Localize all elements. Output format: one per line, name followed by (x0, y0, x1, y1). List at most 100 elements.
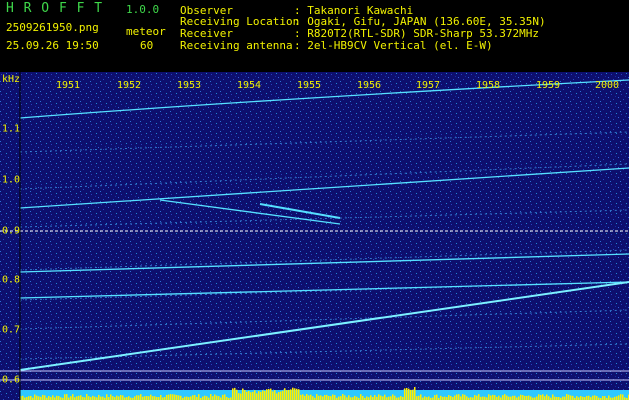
signal-spike (256, 393, 258, 400)
y-tick-1-0: 1.0 (2, 174, 21, 186)
signal-spike (166, 394, 168, 400)
signal-spike (322, 396, 324, 400)
signal-spike (64, 394, 66, 400)
signal-spike (160, 395, 162, 400)
signal-spike (118, 396, 120, 400)
signal-spike (242, 388, 244, 400)
signal-spike (240, 393, 242, 400)
signal-spike (488, 394, 490, 400)
signal-spike (448, 395, 450, 400)
signal-spike (340, 396, 342, 400)
signal-spike (266, 389, 268, 400)
x-tick-1951: 1951 (55, 80, 81, 91)
signal-spike (232, 388, 234, 400)
signal-spike (362, 395, 364, 400)
signal-spike (254, 390, 256, 400)
signal-spike (588, 395, 590, 400)
signal-spike (520, 394, 522, 400)
signal-spike (66, 394, 68, 400)
signal-spike (330, 396, 332, 400)
x-tick-2000: 2000 (594, 80, 620, 91)
signal-spike (70, 396, 72, 400)
signal-spike (170, 394, 172, 400)
signal-spike (328, 395, 330, 400)
signal-spike (128, 396, 130, 400)
signal-spike (622, 394, 624, 400)
signal-spike (450, 396, 452, 400)
signal-spike (296, 388, 298, 400)
signal-spike (282, 390, 284, 400)
y-tick-0-6: 0.6 (2, 374, 21, 386)
signal-spike (510, 396, 512, 400)
signal-spike (194, 395, 196, 400)
signal-spike (318, 395, 320, 400)
signal-spike (202, 396, 204, 400)
signal-spike (392, 394, 394, 400)
signal-spike (176, 395, 178, 400)
signal-spike (224, 394, 226, 400)
signal-spike (316, 394, 318, 400)
signal-spike (406, 387, 408, 400)
signal-spike (88, 396, 90, 400)
signal-spike (458, 394, 460, 400)
signal-spike (120, 394, 122, 400)
signal-spike (310, 394, 312, 400)
signal-spike (222, 394, 224, 400)
signal-spike (456, 394, 458, 400)
signal-spike (252, 391, 254, 400)
signal-spike (238, 393, 240, 400)
signal-spike (308, 395, 310, 400)
signal-spike (374, 395, 376, 400)
signal-spike (112, 396, 114, 400)
signal-spike (594, 395, 596, 400)
date-time: 25.09.26 19:50 (6, 39, 99, 52)
signal-spike (56, 395, 58, 400)
signal-spike (302, 394, 304, 400)
y-tick-0-7: 0.7 (2, 324, 21, 336)
signal-spike (262, 390, 264, 400)
signal-spike (106, 394, 108, 400)
signal-spike (326, 394, 328, 400)
signal-spike (490, 395, 492, 400)
signal-spike (602, 396, 604, 400)
signal-spike (206, 396, 208, 400)
signal-spike (514, 395, 516, 400)
x-tick-1956: 1956 (356, 80, 382, 91)
signal-spike (518, 396, 520, 400)
signal-spike (462, 394, 464, 400)
signal-spike (154, 396, 156, 400)
signal-spike (152, 396, 154, 400)
signal-spike (502, 395, 504, 400)
signal-spike (146, 396, 148, 400)
signal-spike (428, 396, 430, 400)
signal-spike (264, 390, 266, 400)
signal-spike (382, 396, 384, 400)
signal-spike (290, 389, 292, 400)
meteor-count: 60 (140, 39, 154, 52)
signal-spike (122, 395, 124, 400)
x-tick-1954: 1954 (236, 80, 262, 91)
y-axis-unit: kHz (2, 74, 21, 85)
signal-spike (380, 395, 382, 400)
signal-spike (268, 388, 270, 400)
signal-spike (78, 395, 80, 400)
signal-spike (204, 395, 206, 400)
signal-spike (536, 396, 538, 400)
meteor-label: meteor (126, 25, 166, 38)
signal-spike (80, 395, 82, 400)
y-tick-0-8: 0.8 (2, 274, 21, 286)
signal-spike (234, 387, 236, 400)
signal-spike (478, 394, 480, 400)
signal-spike (58, 396, 60, 400)
signal-spike (548, 396, 550, 400)
signal-spike (576, 396, 578, 400)
signal-spike (528, 395, 530, 400)
signal-spike (86, 394, 88, 400)
signal-spike (148, 396, 150, 400)
signal-spike (410, 389, 412, 400)
spectrogram-image (0, 72, 629, 400)
signal-spike (418, 395, 420, 400)
signal-spike (180, 395, 182, 400)
signal-spike (586, 395, 588, 400)
signal-spike (464, 394, 466, 400)
